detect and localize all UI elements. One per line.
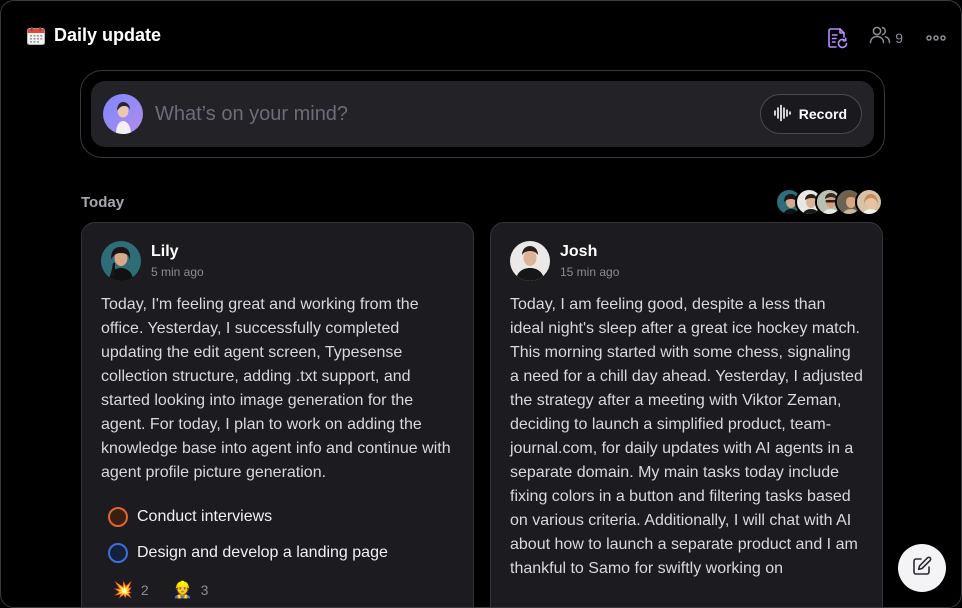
task-label: Design and develop a landing page [137,544,388,561]
post-header: Josh 15 min ago [510,241,863,281]
collision-emoji-icon: 💥 [113,580,133,599]
construction-worker-emoji-icon: 👷 [172,580,193,599]
members-count: 9 [895,29,903,46]
composer-container: Record [80,70,885,158]
post-input[interactable] [155,102,760,126]
new-post-button[interactable] [898,544,946,592]
header-actions: 9 [825,25,947,50]
header: Daily update 9 [1,1,961,71]
reaction-count: 2 [140,581,149,598]
reaction-button[interactable]: 👷 3 [173,580,209,599]
users-icon [869,25,891,50]
post-time: 15 min ago [560,265,620,279]
participants-avatars[interactable] [775,188,883,216]
post-meta: Josh 15 min ago [560,242,619,280]
calendar-icon [26,26,46,46]
post-time: 5 min ago [151,265,204,279]
more-horizontal-icon[interactable] [925,27,947,49]
app-window: Daily update 9 What’s on your mind? Reco… [0,0,962,608]
record-button[interactable]: Record [759,94,862,134]
edit-icon [911,555,933,582]
journal-refresh-icon[interactable] [825,26,849,50]
title-group: Daily update [26,25,161,46]
section-label-today: Today [81,194,125,211]
author-name: Lily [151,243,179,260]
reaction-count: 3 [200,581,209,598]
avatar [855,188,883,216]
author-name: Josh [560,243,598,260]
page-title: Daily update [54,25,162,45]
composer: Record [91,81,874,147]
task-item[interactable]: Conduct interviews [101,499,454,535]
reactions: 💥 2 👷 3 [113,580,208,599]
post-card-lily[interactable]: Lily 5 min ago Today, I'm feeling great … [81,222,474,607]
post-header: Lily 5 min ago [101,241,454,281]
task-status-icon[interactable] [108,507,128,527]
post-body: Today, I'm feeling great and working fro… [101,296,451,481]
task-item[interactable]: Design and develop a landing page [101,535,454,571]
post-body: Today, I am feeling good, despite a less… [510,296,863,577]
task-label: Conduct interviews [137,508,273,525]
reaction-button[interactable]: 💥 2 [113,580,149,599]
task-status-icon[interactable] [108,543,128,563]
waveform-icon [773,104,791,125]
post-meta: Lily 5 min ago [151,242,204,280]
avatar [510,241,550,281]
avatar [101,241,141,281]
post-card-josh[interactable]: Josh 15 min ago Today, I am feeling good… [490,222,883,607]
record-label: Record [798,106,847,122]
avatar [103,94,143,134]
members-button[interactable]: 9 [869,25,903,50]
task-list: Conduct interviews Design and develop a … [101,499,454,571]
